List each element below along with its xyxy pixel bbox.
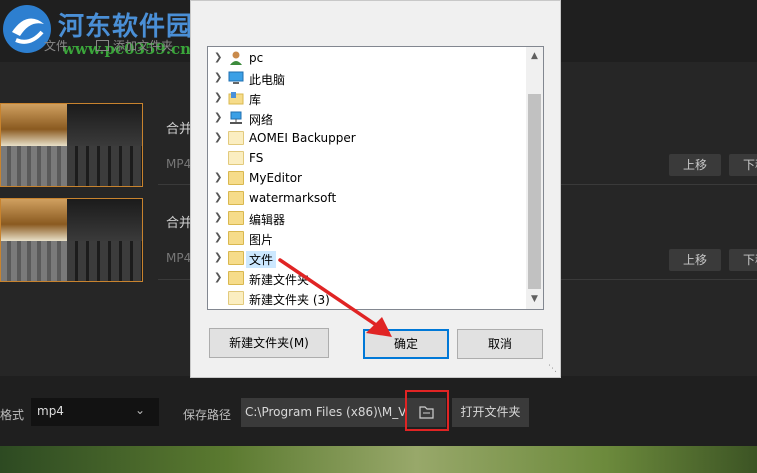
tree-item-label: FS xyxy=(249,151,264,165)
video-thumbnail[interactable] xyxy=(0,198,143,282)
add-folder-label: 添加文件夹 xyxy=(113,39,174,53)
folder-icon xyxy=(228,191,244,205)
format-label: 格式 xyxy=(0,408,25,422)
file-format: MP4 xyxy=(166,251,192,265)
file-title: 合并 xyxy=(166,122,193,137)
scroll-down-arrow[interactable]: ▼ xyxy=(526,291,543,307)
add-folder-link[interactable]: 添加文件夹 xyxy=(96,37,173,54)
tree-item-label: 库 xyxy=(249,93,262,107)
folder-icon xyxy=(228,171,244,185)
chevron-right-icon[interactable]: ❯ xyxy=(214,132,222,143)
folder-outline-icon xyxy=(96,40,109,51)
tree-item-label: 图片 xyxy=(249,233,274,247)
chevron-right-icon[interactable]: ❯ xyxy=(214,52,222,63)
tree-item-label: 网络 xyxy=(249,113,274,127)
move-up-button[interactable]: 上移 xyxy=(669,249,721,271)
video-thumbnail[interactable] xyxy=(0,103,143,187)
save-path-input[interactable]: C:\Program Files (x86)\M_VDC xyxy=(241,398,406,427)
chevron-right-icon[interactable]: ❯ xyxy=(214,192,222,203)
chevron-right-icon[interactable]: ❯ xyxy=(214,172,222,183)
user-icon xyxy=(228,51,244,65)
library-icon xyxy=(228,91,244,105)
tree-item[interactable]: ❯ watermarksoft xyxy=(208,189,528,209)
move-down-button[interactable]: 下移 xyxy=(729,249,757,271)
chevron-down-icon: ⌄ xyxy=(134,403,145,417)
tree-item-label: MyEditor xyxy=(249,171,302,185)
file-title: 合并 xyxy=(166,216,193,231)
scroll-up-arrow[interactable]: ▲ xyxy=(526,48,543,64)
annotation-highlight-box xyxy=(405,390,449,431)
tree-item[interactable]: ❯ pc xyxy=(208,49,528,69)
background-photo xyxy=(0,446,757,473)
chevron-right-icon[interactable]: ❯ xyxy=(214,92,222,103)
tree-item[interactable]: FS xyxy=(208,149,528,169)
chevron-right-icon[interactable]: ❯ xyxy=(214,232,222,243)
save-path-label: 保存路径 xyxy=(183,408,232,422)
open-folder-button[interactable]: 打开文件夹 xyxy=(452,398,529,427)
tree-item[interactable]: ❯ AOMEI Backupper xyxy=(208,129,528,149)
annotation-arrow xyxy=(278,258,392,337)
tree-item-label: 编辑器 xyxy=(249,213,286,227)
tree-item[interactable]: ❯ 此电脑 xyxy=(208,69,528,89)
tree-item[interactable]: ❯ 图片 xyxy=(208,229,528,249)
computer-icon xyxy=(228,71,244,85)
move-up-button[interactable]: 上移 xyxy=(669,154,721,176)
folder-icon xyxy=(228,291,244,305)
tree-item[interactable]: ❯ 编辑器 xyxy=(208,209,528,229)
chevron-right-icon[interactable]: ❯ xyxy=(214,112,222,123)
folder-icon xyxy=(228,251,244,265)
folder-icon xyxy=(228,131,244,145)
format-select[interactable]: mp4 ⌄ xyxy=(31,398,159,426)
cancel-button[interactable]: 取消 xyxy=(457,329,543,359)
move-down-button[interactable]: 下移 xyxy=(729,154,757,176)
chevron-right-icon[interactable]: ❯ xyxy=(214,212,222,223)
folder-icon xyxy=(228,211,244,225)
resize-grip-icon[interactable]: ⋱ xyxy=(548,364,557,374)
folder-icon xyxy=(228,271,244,285)
folder-icon xyxy=(228,151,244,165)
network-icon xyxy=(228,111,244,125)
add-file-link[interactable]: 文件 xyxy=(44,37,68,54)
tree-item-label: watermarksoft xyxy=(249,191,337,205)
save-path-value: C:\Program Files (x86)\M_VDC xyxy=(245,405,406,419)
tree-item[interactable]: ❯ 库 xyxy=(208,89,528,109)
tree-item-label: AOMEI Backupper xyxy=(249,131,356,145)
chevron-right-icon[interactable]: ❯ xyxy=(214,272,222,283)
file-format: MP4 xyxy=(166,157,192,171)
tree-item[interactable]: ❯ MyEditor xyxy=(208,169,528,189)
folder-icon xyxy=(228,231,244,245)
chevron-right-icon[interactable]: ❯ xyxy=(214,252,222,263)
tree-item-label: pc xyxy=(249,51,264,65)
scroll-thumb[interactable] xyxy=(528,94,541,289)
tree-item-label: 此电脑 xyxy=(249,73,286,87)
tree-item[interactable]: ❯ 网络 xyxy=(208,109,528,129)
format-value: mp4 xyxy=(37,404,64,418)
chevron-right-icon[interactable]: ❯ xyxy=(214,72,222,83)
